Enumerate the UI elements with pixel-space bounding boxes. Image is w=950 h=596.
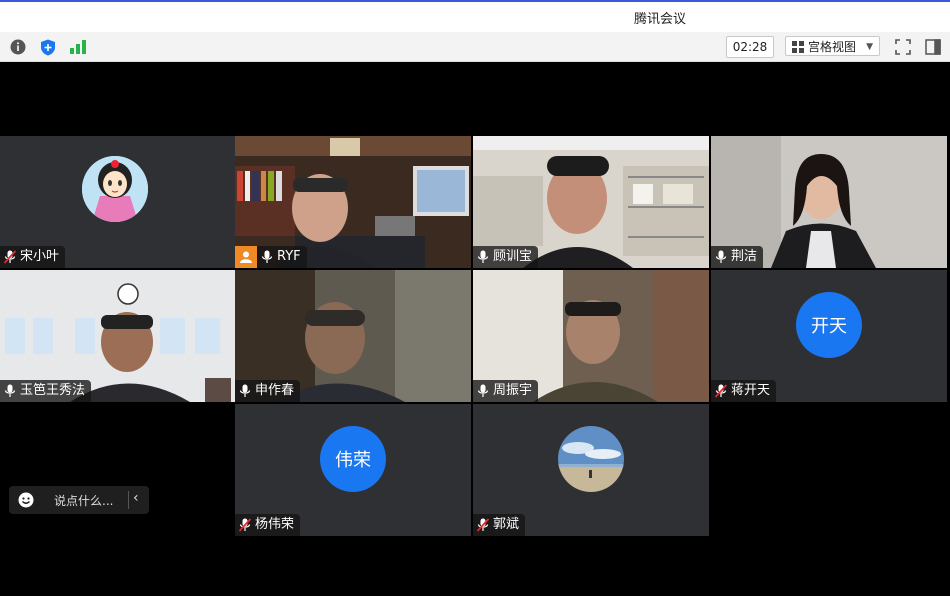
sidebar-icon[interactable] bbox=[923, 37, 943, 57]
mic-icon bbox=[239, 384, 251, 397]
mic-icon bbox=[477, 250, 489, 263]
chevron-left-icon[interactable]: ‹ bbox=[133, 490, 139, 506]
participant-name: 申作春 bbox=[255, 383, 295, 398]
participant-name-tag: 玉笆王秀法 bbox=[0, 380, 92, 402]
mic-icon bbox=[4, 384, 16, 397]
participant-name-tag: 郭斌 bbox=[473, 514, 526, 536]
title-bar: 腾讯会议 bbox=[0, 0, 950, 32]
chevron-down-icon: ▼ bbox=[866, 42, 873, 52]
participant-tile[interactable]: 宋小叶 bbox=[0, 136, 236, 268]
participant-name-tag: 蒋开天 bbox=[711, 380, 777, 402]
shield-icon[interactable] bbox=[38, 37, 58, 57]
participant-name-tag: 顾训宝 bbox=[473, 246, 539, 268]
participant-name: 周振宇 bbox=[493, 383, 533, 398]
grid-view-dropdown[interactable]: 宫格视图 ▼ bbox=[785, 36, 880, 56]
grid-icon bbox=[792, 41, 804, 53]
info-icon[interactable] bbox=[8, 37, 28, 57]
emoji-icon[interactable] bbox=[18, 492, 34, 508]
mic-muted-icon bbox=[715, 384, 727, 398]
participant-name-tag: 宋小叶 bbox=[0, 246, 66, 268]
participant-name: 杨伟荣 bbox=[255, 517, 295, 532]
meeting-timer: 02:28 bbox=[726, 36, 774, 58]
fullscreen-icon[interactable] bbox=[893, 37, 913, 57]
participant-tile[interactable]: 开天 蒋开天 bbox=[711, 270, 947, 402]
participant-name-tag: 杨伟荣 bbox=[235, 514, 301, 536]
participant-name-tag: 荆洁 bbox=[711, 246, 764, 268]
grid-view-label: 宫格视图 bbox=[808, 40, 857, 54]
participant-name: 玉笆王秀法 bbox=[20, 383, 86, 398]
participant-name-tag: RYF bbox=[235, 246, 307, 268]
participant-name: RYF bbox=[277, 249, 301, 264]
participant-tile[interactable]: 荆洁 bbox=[711, 136, 947, 268]
mic-muted-icon bbox=[4, 250, 16, 264]
participant-tile[interactable]: 郭斌 bbox=[473, 404, 709, 536]
participant-name-tag: 周振宇 bbox=[473, 380, 539, 402]
mic-icon bbox=[477, 384, 489, 397]
participant-tile[interactable]: 申作春 bbox=[235, 270, 471, 402]
mic-icon bbox=[261, 250, 273, 263]
mic-icon bbox=[715, 250, 727, 263]
chat-placeholder: 说点什么... bbox=[54, 494, 114, 508]
photo-avatar bbox=[558, 426, 624, 492]
chat-input[interactable]: 说点什么... ‹ bbox=[9, 486, 149, 514]
participant-name: 蒋开天 bbox=[731, 383, 771, 398]
participant-tile-active-speaker[interactable]: 玉笆王秀法 bbox=[0, 270, 236, 402]
signal-icon[interactable] bbox=[68, 37, 88, 57]
mic-muted-icon bbox=[477, 518, 489, 532]
participant-name: 郭斌 bbox=[493, 517, 520, 532]
participant-name: 顾训宝 bbox=[493, 249, 533, 264]
initials-avatar: 开天 bbox=[796, 292, 862, 358]
cartoon-avatar bbox=[82, 156, 148, 222]
divider bbox=[128, 491, 129, 509]
participant-tile[interactable]: RYF bbox=[235, 136, 471, 268]
participant-name-tag: 申作春 bbox=[235, 380, 301, 402]
window-title: 腾讯会议 bbox=[633, 12, 686, 27]
mic-muted-icon bbox=[239, 518, 251, 532]
toolbar: 02:28 宫格视图 ▼ bbox=[0, 32, 950, 62]
participant-tile[interactable]: 伟荣 杨伟荣 bbox=[235, 404, 471, 536]
participant-name: 荆洁 bbox=[731, 249, 758, 264]
initials-avatar: 伟荣 bbox=[320, 426, 386, 492]
host-badge-icon bbox=[235, 246, 257, 268]
participant-tile[interactable]: 周振宇 bbox=[473, 270, 709, 402]
participant-tile[interactable]: 顾训宝 bbox=[473, 136, 709, 268]
participant-name: 宋小叶 bbox=[20, 249, 60, 264]
